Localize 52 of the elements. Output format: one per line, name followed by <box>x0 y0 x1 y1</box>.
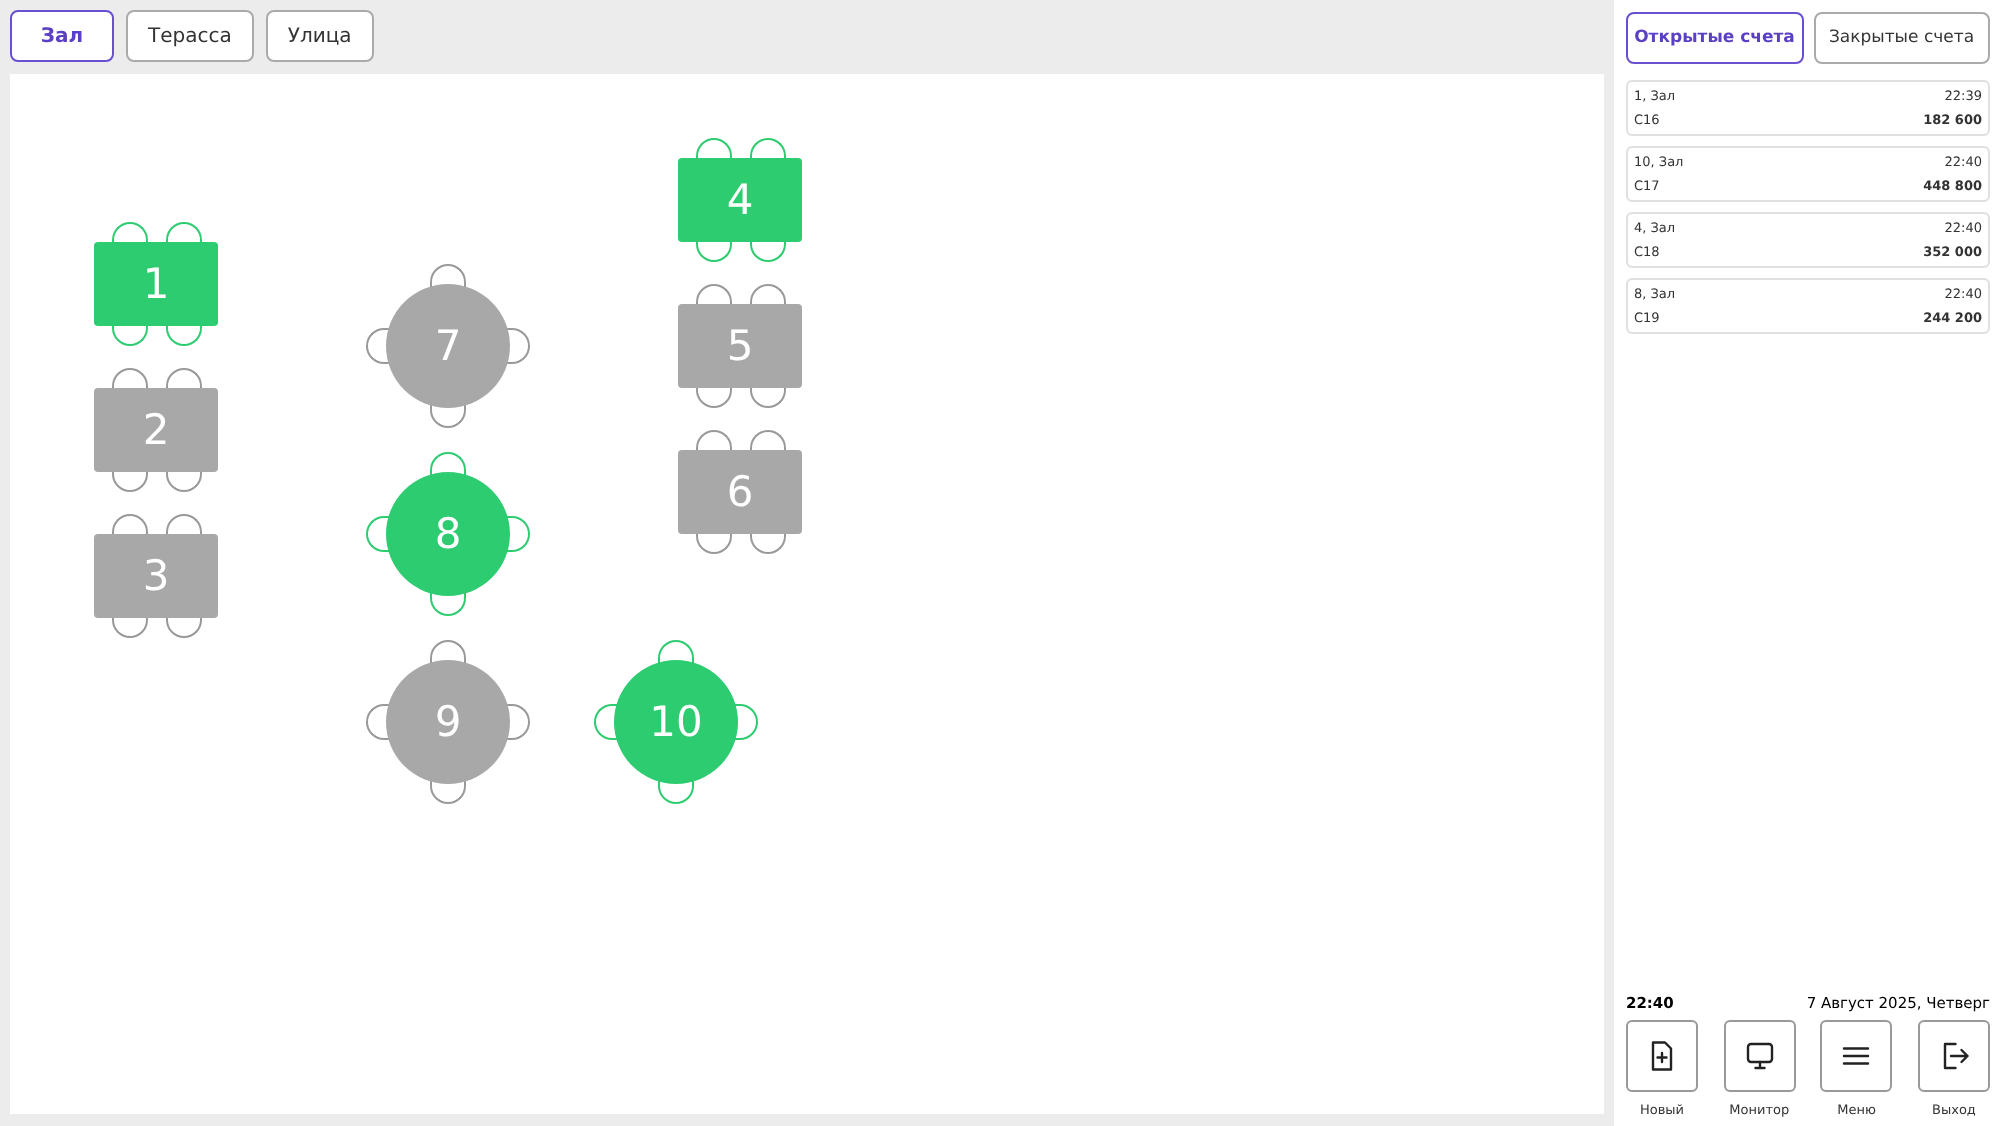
chair <box>750 138 786 160</box>
table[interactable]: 10 <box>614 660 738 784</box>
chair <box>166 222 202 244</box>
chair <box>366 704 390 740</box>
table[interactable]: 9 <box>386 660 510 784</box>
chair <box>166 324 202 346</box>
table[interactable]: 6 <box>678 450 802 534</box>
hall-tab[interactable]: Зал <box>10 10 114 62</box>
chair <box>112 324 148 346</box>
chair <box>366 328 390 364</box>
table[interactable]: 2 <box>94 388 218 472</box>
chair <box>696 138 732 160</box>
chair <box>166 368 202 390</box>
chair <box>430 264 466 288</box>
chair <box>594 704 618 740</box>
hall-tab[interactable]: Улица <box>265 10 374 62</box>
chair <box>112 470 148 492</box>
table[interactable]: 4 <box>678 158 802 242</box>
table[interactable]: 5 <box>678 304 802 388</box>
chair <box>750 240 786 262</box>
chair <box>750 386 786 408</box>
chair <box>366 516 390 552</box>
table[interactable]: 8 <box>386 472 510 596</box>
chair <box>750 532 786 554</box>
table[interactable]: 3 <box>94 534 218 618</box>
chair <box>658 640 694 664</box>
bills-tab[interactable]: Открытые счета <box>1626 12 1803 64</box>
table[interactable]: 1 <box>94 242 218 326</box>
chair <box>430 640 466 664</box>
chair <box>696 284 732 306</box>
chair <box>166 514 202 536</box>
action-button[interactable] <box>1723 1020 1796 1092</box>
table[interactable]: 7 <box>386 284 510 408</box>
chair <box>696 430 732 452</box>
action-button[interactable] <box>1820 1020 1893 1092</box>
chair <box>112 368 148 390</box>
chair <box>166 616 202 638</box>
bills-tab[interactable]: Закрытые счета <box>1813 12 1990 64</box>
chair <box>112 616 148 638</box>
chair <box>696 240 732 262</box>
chair <box>750 284 786 306</box>
monitor-icon <box>1741 1038 1778 1074</box>
chair <box>750 430 786 452</box>
chair <box>166 470 202 492</box>
chair <box>430 452 466 476</box>
action-button[interactable] <box>1626 1020 1698 1092</box>
chair <box>696 532 732 554</box>
chair <box>112 222 148 244</box>
hall-tab[interactable]: Терасса <box>126 10 254 62</box>
chair <box>696 386 732 408</box>
action-button[interactable] <box>1917 1020 1990 1092</box>
chair <box>112 514 148 536</box>
